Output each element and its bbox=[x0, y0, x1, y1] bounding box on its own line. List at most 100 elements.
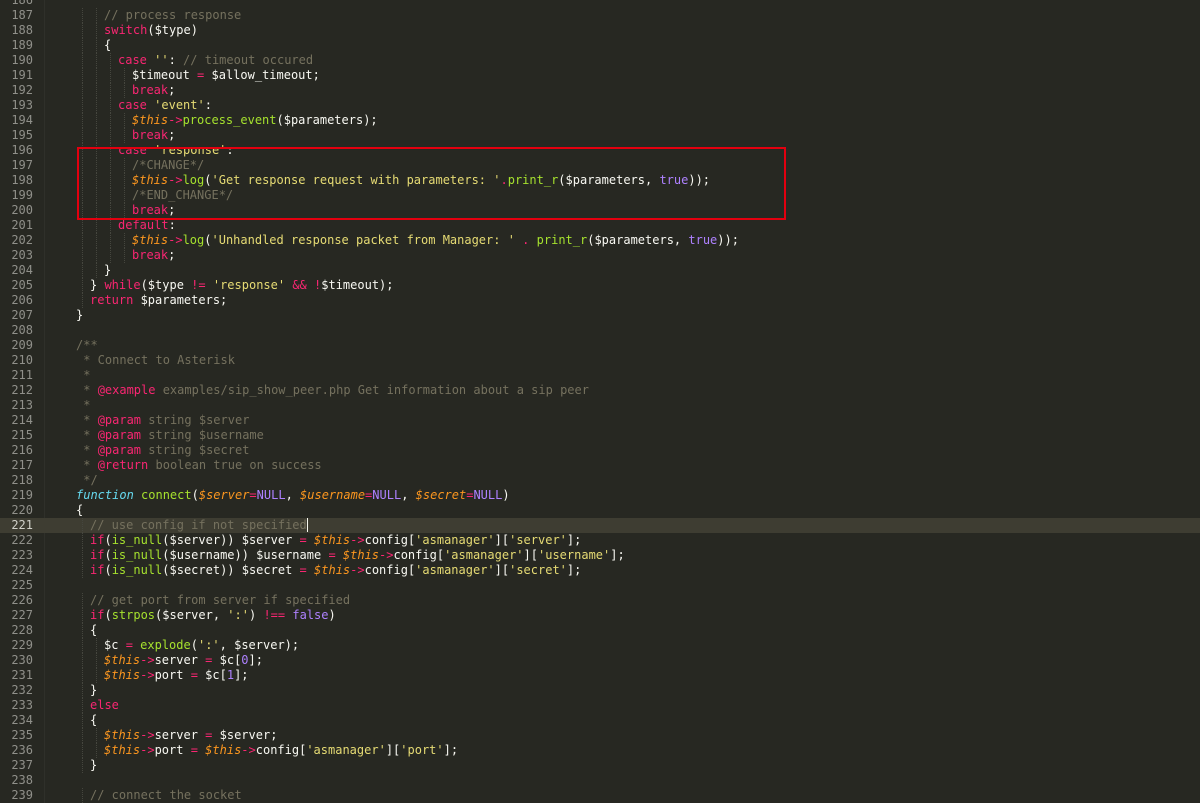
code-line[interactable]: 219 function connect($server=NULL, $usern… bbox=[0, 488, 1200, 503]
code-line[interactable]: 220 { bbox=[0, 503, 1200, 518]
code-text: break; bbox=[54, 203, 175, 218]
code-line[interactable]: 189 { bbox=[0, 38, 1200, 53]
indent-guide bbox=[110, 68, 111, 83]
code-line[interactable]: 214 * @param string $server bbox=[0, 413, 1200, 428]
code-line[interactable]: 200 break; bbox=[0, 203, 1200, 218]
code-line[interactable]: 201 default: bbox=[0, 218, 1200, 233]
code-line[interactable]: 192 break; bbox=[0, 83, 1200, 98]
code-text: } while($type != 'response' && !$timeout… bbox=[54, 278, 394, 293]
code-line[interactable]: 213 * bbox=[0, 398, 1200, 413]
indent-guide bbox=[82, 728, 83, 743]
indent-guide bbox=[82, 233, 83, 248]
code-line[interactable]: 228 { bbox=[0, 623, 1200, 638]
line-number: 196 bbox=[11, 143, 33, 157]
code-line[interactable]: 207} bbox=[0, 308, 1200, 323]
code-line[interactable]: 198 $this->log('Get response request with… bbox=[0, 173, 1200, 188]
indent-guide bbox=[124, 68, 125, 83]
code-line[interactable]: 191 $timeout = $allow_timeout; bbox=[0, 68, 1200, 83]
code-line[interactable]: 229 $c = explode(':', $server); bbox=[0, 638, 1200, 653]
code-token: $c[ bbox=[197, 668, 227, 682]
code-line[interactable]: 234 { bbox=[0, 713, 1200, 728]
code-line[interactable]: 236 $this->port = $this->config['asmanage… bbox=[0, 743, 1200, 758]
line-number: 227 bbox=[11, 608, 33, 622]
code-line[interactable]: 203 break; bbox=[0, 248, 1200, 263]
code-line[interactable]: 233 else bbox=[0, 698, 1200, 713]
code-line[interactable]: 211 * bbox=[0, 368, 1200, 383]
code-line[interactable]: 227 if(strpos($server, ':') !== false) bbox=[0, 608, 1200, 623]
code-line[interactable]: 208 bbox=[0, 323, 1200, 338]
code-line[interactable]: 205} while($type != 'response' && !$time… bbox=[0, 278, 1200, 293]
code-token: 0 bbox=[241, 653, 249, 667]
code-line[interactable]: 232} bbox=[0, 683, 1200, 698]
indent-guide bbox=[110, 218, 111, 233]
code-line[interactable]: 199 /*END_CHANGE*/ bbox=[0, 188, 1200, 203]
code-token: 'event' bbox=[154, 98, 205, 112]
code-line[interactable]: 193 case 'event': bbox=[0, 98, 1200, 113]
code-token: true bbox=[688, 233, 718, 247]
indent-guide bbox=[82, 608, 83, 623]
code-line[interactable]: 206 return $parameters; bbox=[0, 293, 1200, 308]
code-token: { bbox=[76, 503, 84, 517]
code-line[interactable]: 221 // use config if not specified bbox=[0, 518, 1200, 533]
code-line[interactable]: 209 /** bbox=[0, 338, 1200, 353]
code-text: return $parameters; bbox=[54, 293, 227, 308]
code-line[interactable]: 218 */ bbox=[0, 473, 1200, 488]
code-line[interactable]: 190 case '': // timeout occured bbox=[0, 53, 1200, 68]
code-line[interactable]: 196 case 'response': bbox=[0, 143, 1200, 158]
code-text: switch($type) bbox=[54, 23, 198, 38]
code-token: 'asmanager' bbox=[415, 563, 495, 577]
indent-guide bbox=[96, 143, 97, 158]
code-text: } bbox=[54, 758, 97, 773]
code-line[interactable]: 197 /*CHANGE*/ bbox=[0, 158, 1200, 173]
code-line[interactable]: 186 bbox=[0, 0, 1200, 8]
line-number: 209 bbox=[11, 338, 33, 352]
code-line[interactable]: 216 * @param string $secret bbox=[0, 443, 1200, 458]
code-line[interactable]: 230 $this->server = $c[0]; bbox=[0, 653, 1200, 668]
code-line[interactable]: 223 if(is_null($username)) $username = $t… bbox=[0, 548, 1200, 563]
code-line[interactable]: 222 if(is_null($server)) $server = $this-… bbox=[0, 533, 1200, 548]
line-number: 235 bbox=[11, 728, 33, 742]
code-line[interactable]: 202 $this->log('Unhandled response packet… bbox=[0, 233, 1200, 248]
code-line[interactable]: 210 * Connect to Asterisk bbox=[0, 353, 1200, 368]
code-line[interactable]: 224 if(is_null($secret)) $secret = $this-… bbox=[0, 563, 1200, 578]
code-token: print_r bbox=[507, 173, 559, 187]
code-token: $this bbox=[104, 653, 141, 667]
line-number: 207 bbox=[11, 308, 33, 322]
code-token: ) bbox=[328, 608, 336, 622]
indent-guide bbox=[96, 203, 97, 218]
code-line[interactable]: 237} bbox=[0, 758, 1200, 773]
code-line[interactable]: 212 * @example examples/sip_show_peer.ph… bbox=[0, 383, 1200, 398]
code-token: ]; bbox=[248, 653, 263, 667]
code-token: return bbox=[90, 293, 134, 307]
code-line[interactable]: 187 // process response bbox=[0, 8, 1200, 23]
code-text: case '': // timeout occured bbox=[54, 53, 313, 68]
indent-guide bbox=[82, 758, 83, 773]
code-line[interactable]: 239// connect the socket bbox=[0, 788, 1200, 803]
code-line[interactable]: 217 * @return boolean true on success bbox=[0, 458, 1200, 473]
code-text: case 'response': bbox=[54, 143, 234, 158]
code-line[interactable]: 226 // get port from server if specified bbox=[0, 593, 1200, 608]
indent-guide bbox=[82, 248, 83, 263]
indent-guide bbox=[82, 713, 83, 728]
code-token: $this bbox=[132, 233, 169, 247]
code-line[interactable]: 235 $this->server = $server; bbox=[0, 728, 1200, 743]
code-token: -> bbox=[168, 113, 183, 127]
code-line[interactable]: 188 switch($type) bbox=[0, 23, 1200, 38]
code-token: is_null bbox=[111, 533, 163, 547]
code-text: $this->log('Unhandled response packet fr… bbox=[54, 233, 739, 248]
code-line[interactable]: 194 $this->process_event($parameters); bbox=[0, 113, 1200, 128]
code-text: * @example examples/sip_show_peer.php Ge… bbox=[54, 383, 589, 398]
code-line[interactable]: 204} bbox=[0, 263, 1200, 278]
indent-guide bbox=[110, 188, 111, 203]
code-token: ][ bbox=[494, 533, 510, 547]
code-line[interactable]: 225 bbox=[0, 578, 1200, 593]
line-number: 210 bbox=[11, 353, 33, 367]
code-token: ; bbox=[168, 248, 176, 262]
code-line[interactable]: 231 $this->port = $c[1]; bbox=[0, 668, 1200, 683]
code-line[interactable]: 238 bbox=[0, 773, 1200, 788]
code-editor[interactable]: 186 187// process response 188 switch($type… bbox=[0, 0, 1200, 803]
code-line[interactable]: 215 * @param string $username bbox=[0, 428, 1200, 443]
code-line[interactable]: 195 break; bbox=[0, 128, 1200, 143]
code-token: ':' bbox=[197, 638, 220, 652]
